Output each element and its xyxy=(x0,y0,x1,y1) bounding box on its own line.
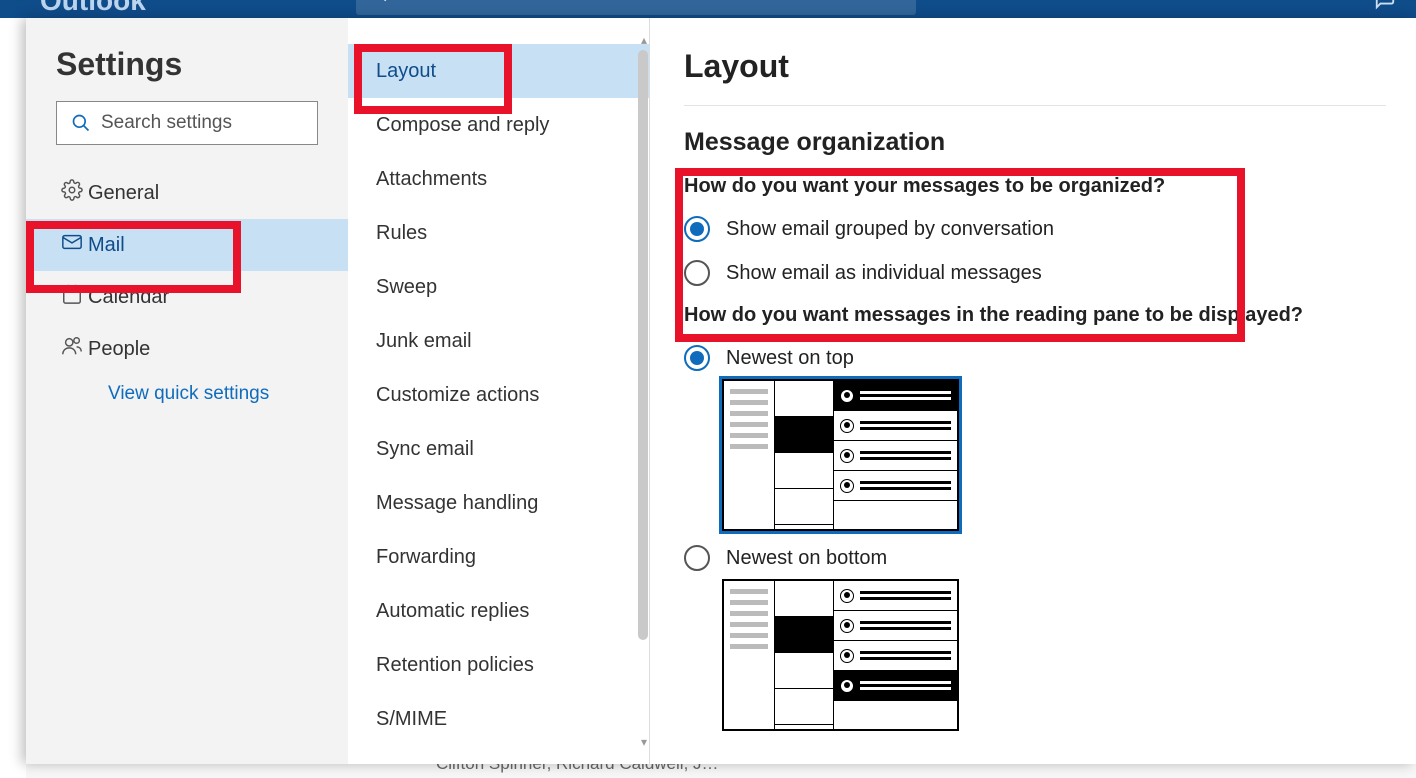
category-general[interactable]: General xyxy=(26,167,348,219)
gear-icon xyxy=(56,179,88,207)
radio-label: Show email grouped by conversation xyxy=(726,218,1054,241)
subnav-retention-policies[interactable]: Retention policies xyxy=(348,638,649,692)
radio-icon xyxy=(684,260,710,286)
subnav-message-handling[interactable]: Message handling xyxy=(348,476,649,530)
radio-label: Newest on bottom xyxy=(726,547,887,570)
mail-icon xyxy=(56,231,88,259)
question-organization: How do you want your messages to be orga… xyxy=(684,175,1386,198)
category-label: Calendar xyxy=(88,286,169,309)
subnav-smime[interactable]: S/MIME xyxy=(348,692,649,746)
search-settings-placeholder: Search settings xyxy=(101,112,232,134)
question-reading-pane-display: How do you want messages in the reading … xyxy=(684,304,1386,327)
category-label: Mail xyxy=(88,234,125,257)
section-message-organization: Message organization xyxy=(684,128,1386,157)
preview-newest-on-top[interactable] xyxy=(722,379,959,531)
category-people[interactable]: People xyxy=(26,323,348,375)
global-search-placeholder: Search xyxy=(402,0,459,5)
chat-icon[interactable] xyxy=(1374,0,1396,15)
calendar-icon xyxy=(56,283,88,311)
subnav-automatic-replies[interactable]: Automatic replies xyxy=(348,584,649,638)
search-icon xyxy=(71,113,91,133)
topbar-right-text[interactable]: Teams call xyxy=(1290,0,1361,3)
global-search[interactable]: Search xyxy=(356,0,916,15)
subnav-forwarding[interactable]: Forwarding xyxy=(348,530,649,584)
radio-grouped-by-conversation[interactable]: Show email grouped by conversation xyxy=(684,216,1386,242)
subnav-scrollbar[interactable] xyxy=(636,50,650,650)
settings-panel: Settings Search settings General Mail xyxy=(26,18,1416,764)
settings-title: Settings xyxy=(26,46,348,101)
radio-icon xyxy=(684,345,710,371)
content-heading: Layout xyxy=(684,48,1386,106)
people-icon xyxy=(56,335,88,363)
radio-icon xyxy=(684,545,710,571)
app-topbar: Outlook Search Teams call xyxy=(0,0,1416,18)
radio-icon xyxy=(684,216,710,242)
subnav-compose-and-reply[interactable]: Compose and reply xyxy=(348,98,649,152)
subnav-attachments[interactable]: Attachments xyxy=(348,152,649,206)
radio-newest-on-top[interactable]: Newest on top xyxy=(684,345,1386,371)
scroll-up-icon[interactable]: ▴ xyxy=(641,33,647,47)
settings-content-column: Layout Message organization How do you w… xyxy=(650,18,1416,764)
radio-label: Newest on top xyxy=(726,347,854,370)
subnav-sweep[interactable]: Sweep xyxy=(348,260,649,314)
category-label: General xyxy=(88,182,159,205)
radio-newest-on-bottom[interactable]: Newest on bottom xyxy=(684,545,1386,571)
subnav-junk-email[interactable]: Junk email xyxy=(348,314,649,368)
search-settings-input[interactable]: Search settings xyxy=(56,101,318,145)
category-mail[interactable]: Mail xyxy=(26,219,348,271)
settings-categories-column: Settings Search settings General Mail xyxy=(26,18,348,764)
radio-individual-messages[interactable]: Show email as individual messages xyxy=(684,260,1386,286)
view-quick-settings-link[interactable]: View quick settings xyxy=(26,383,348,405)
subnav-layout[interactable]: Layout xyxy=(348,44,649,98)
subnav-customize-actions[interactable]: Customize actions xyxy=(348,368,649,422)
category-label: People xyxy=(88,338,150,361)
category-calendar[interactable]: Calendar xyxy=(26,271,348,323)
subnav-rules[interactable]: Rules xyxy=(348,206,649,260)
preview-newest-on-bottom[interactable] xyxy=(722,579,959,731)
radio-label: Show email as individual messages xyxy=(726,262,1042,285)
scroll-down-icon[interactable]: ▾ xyxy=(641,735,647,749)
search-icon xyxy=(370,0,388,3)
app-brand: Outlook xyxy=(40,0,146,17)
settings-subnav-column: ▴ Layout Compose and reply Attachments R… xyxy=(348,18,650,764)
subnav-sync-email[interactable]: Sync email xyxy=(348,422,649,476)
